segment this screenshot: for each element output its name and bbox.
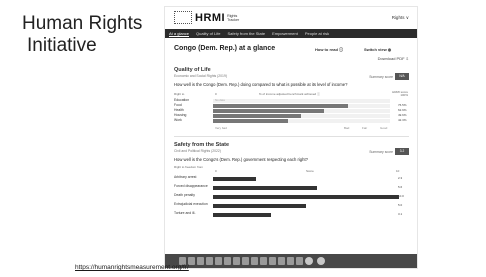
nav-safety-from-state[interactable]: Safety from the State xyxy=(227,31,265,36)
qol-question: How well is the Congo (Dem. Rep.) doing … xyxy=(174,82,348,87)
record-icon[interactable] xyxy=(305,257,313,265)
qol-row-value: 42.3% xyxy=(398,118,407,122)
thumbnail-icon[interactable] xyxy=(269,257,276,265)
qol-axis-right: HRMI score 100% xyxy=(392,90,408,98)
safety-row-value: 2.3 xyxy=(398,176,403,180)
qol-band-very-bad: Very bad xyxy=(215,126,227,130)
safety-title: Safety from the State xyxy=(174,142,230,148)
download-pdf-link[interactable]: Download PDF ⇩ xyxy=(378,56,409,61)
qol-title: Quality of Life xyxy=(174,67,211,73)
safety-axis-left: Right to freedom from xyxy=(174,165,204,169)
qol-axis-left: Right to xyxy=(174,92,185,96)
safety-bar[interactable] xyxy=(213,204,306,208)
qol-band-bad: Bad xyxy=(344,126,350,130)
safety-axis-max: 10 xyxy=(396,169,400,173)
safety-row: Forced disappearance 5.6 xyxy=(174,184,409,193)
quality-of-life-section: Quality of Life Economic and Social Righ… xyxy=(174,67,409,131)
safety-row-label: Forced disappearance xyxy=(174,184,208,188)
qol-axis: Right to 0 % of income adjusted benchmar… xyxy=(174,90,409,98)
safety-row-value: 10.0 xyxy=(398,194,404,198)
thumbnail-icon[interactable] xyxy=(215,257,222,265)
safety-row-value: 3.1 xyxy=(398,212,403,216)
safety-bar[interactable] xyxy=(213,177,256,181)
toolbar-thumbnails xyxy=(179,257,305,265)
page-title: Congo (Dem. Rep.) at a glance xyxy=(174,45,276,52)
slide-title-line2: Initiative xyxy=(27,35,97,56)
site-nav: At a glance Quality of Life Safety from … xyxy=(165,29,417,38)
safety-row: Arbitrary arrest 2.3 xyxy=(174,175,409,184)
source-link[interactable]: https://humanrightsmeasurement.org/fr/ xyxy=(75,264,189,271)
qol-bottom-axis: Very bad Bad Fair Good xyxy=(174,125,409,131)
safety-axis: Right to freedom from 0 Score 10 xyxy=(174,165,409,175)
qol-summary-badge: N/A xyxy=(395,73,409,80)
safety-row: Death penalty 10.0 xyxy=(174,193,409,202)
thumbnail-icon[interactable] xyxy=(233,257,240,265)
qol-axis-right-line2: 100% xyxy=(400,93,408,98)
qol-row-label: Work xyxy=(174,118,182,122)
safety-row-label: Extrajudicial execution xyxy=(174,202,208,206)
thumbnail-icon[interactable] xyxy=(287,257,294,265)
qol-summary-label: Summary score xyxy=(369,75,393,79)
safety-bar[interactable] xyxy=(213,195,399,199)
thumbnail-icon[interactable] xyxy=(296,257,303,265)
slide-title-line1: Human Rights xyxy=(22,13,143,34)
safety-row-label: Arbitrary arrest xyxy=(174,175,197,179)
switch-view-button[interactable]: Switch view ◍ xyxy=(364,47,391,52)
menu-icon[interactable] xyxy=(317,257,325,265)
safety-row-value: 5.6 xyxy=(398,185,403,189)
thumbnail-icon[interactable] xyxy=(197,257,204,265)
nav-people-at-risk[interactable]: People at risk xyxy=(305,31,329,36)
how-to-read-link[interactable]: How to read ⓘ xyxy=(315,47,343,53)
safety-row: Torture and ill- 3.1 xyxy=(174,211,409,220)
presentation-toolbar xyxy=(165,254,417,268)
qol-chart: Right to 0 % of income adjusted benchmar… xyxy=(174,90,409,131)
safety-row-label: Death penalty xyxy=(174,193,195,197)
nav-quality-of-life[interactable]: Quality of Life xyxy=(196,31,220,36)
site-header: HRMI Rights Tracker Rights ∨ xyxy=(165,7,417,29)
safety-chart: Right to freedom from 0 Score 10 Arbitra… xyxy=(174,165,409,220)
safety-rows: Arbitrary arrest 2.3 Forced disappearance 5… xyxy=(174,175,409,220)
thumbnail-icon[interactable] xyxy=(188,257,195,265)
safety-axis-title: Score xyxy=(306,169,314,173)
rights-menu[interactable]: Rights ∨ xyxy=(392,15,409,21)
slide-title: Human Rights Initiative xyxy=(22,13,142,57)
thumbnail-icon[interactable] xyxy=(260,257,267,265)
qol-band-fair: Fair xyxy=(362,126,368,130)
qol-rows: Education No data Food 76.5% Health 62.9% Hous… xyxy=(174,98,409,123)
website-screenshot: HRMI Rights Tracker Rights ∨ At a glance… xyxy=(164,6,418,269)
qol-bar-track xyxy=(213,119,390,123)
qol-row: Work 42.3% xyxy=(174,118,409,123)
safety-axis-zero: 0 xyxy=(215,169,217,173)
logo-sub-line2: Tracker xyxy=(227,17,240,22)
safety-row-label: Torture and ill- xyxy=(174,211,196,215)
safety-section: Safety from the State Civil and Politica… xyxy=(174,142,409,220)
thumbnail-icon[interactable] xyxy=(242,257,249,265)
safety-bar[interactable] xyxy=(213,213,271,217)
page-header: Congo (Dem. Rep.) at a glance How to rea… xyxy=(165,43,417,61)
thumbnail-icon[interactable] xyxy=(278,257,285,265)
safety-bar[interactable] xyxy=(213,186,318,190)
qol-band-good: Good xyxy=(380,126,388,130)
thumbnail-icon[interactable] xyxy=(224,257,231,265)
section-divider xyxy=(174,136,409,137)
logo-text: HRMI xyxy=(195,11,226,24)
qol-axis-zero: 0 xyxy=(215,92,217,96)
safety-row-value: 5.0 xyxy=(398,203,403,207)
safety-summary-label: Summary score xyxy=(369,150,393,154)
logo-dots-icon xyxy=(174,11,192,24)
qol-axis-title: % of income adjusted benchmark achieved … xyxy=(259,92,321,96)
safety-question: How well is the Congo's (Dem. Rep.) gove… xyxy=(174,157,308,162)
thumbnail-icon[interactable] xyxy=(206,257,213,265)
nav-empowerment[interactable]: Empowerment xyxy=(272,31,298,36)
site-logo[interactable]: HRMI Rights Tracker xyxy=(174,11,239,24)
qol-bar[interactable] xyxy=(213,119,288,123)
nav-at-a-glance[interactable]: At a glance xyxy=(169,31,190,37)
thumbnail-icon[interactable] xyxy=(251,257,258,265)
safety-summary-badge: 3.2 xyxy=(395,148,409,155)
safety-row: Extrajudicial execution 5.0 xyxy=(174,202,409,211)
logo-subtitle: Rights Tracker xyxy=(227,14,239,22)
